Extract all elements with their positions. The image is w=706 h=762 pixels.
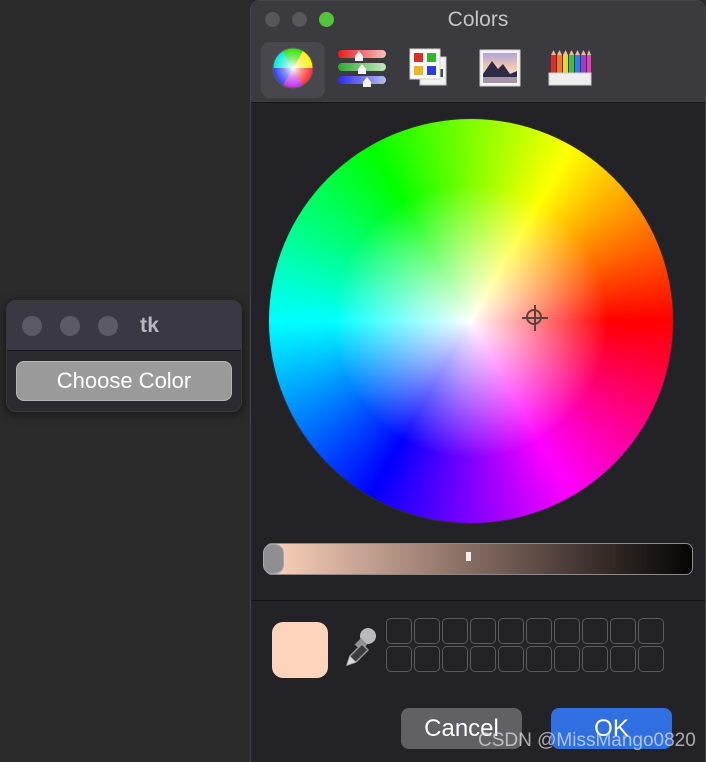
pencils-icon xyxy=(546,47,592,94)
swatch-slot[interactable] xyxy=(414,646,440,672)
swatch-slot[interactable] xyxy=(442,618,468,644)
wheel-picker-crosshair[interactable] xyxy=(522,305,548,331)
crosshair-vertical-line xyxy=(534,305,536,331)
tk-zoom-dot[interactable] xyxy=(98,315,118,336)
cancel-button[interactable]: Cancel xyxy=(401,708,522,749)
color-palettes-icon xyxy=(408,47,454,94)
swatch-slot[interactable] xyxy=(414,618,440,644)
saved-swatch-grid xyxy=(386,618,664,672)
colors-close-dot[interactable] xyxy=(265,12,280,27)
swatch-slot[interactable] xyxy=(498,646,524,672)
crosshair-ring xyxy=(526,309,542,325)
swatch-slot[interactable] xyxy=(386,618,412,644)
swatch-slot[interactable] xyxy=(610,618,636,644)
brightness-slider-tick xyxy=(466,552,471,561)
swatch-slot[interactable] xyxy=(638,618,664,644)
swatch-slot[interactable] xyxy=(470,618,496,644)
tk-minimize-dot[interactable] xyxy=(60,315,80,336)
swatch-slot[interactable] xyxy=(526,646,552,672)
brightness-slider-track[interactable] xyxy=(265,543,693,575)
tab-color-sliders[interactable] xyxy=(330,42,394,98)
choose-color-button[interactable]: Choose Color xyxy=(16,361,232,401)
tk-window-title: tk xyxy=(140,313,160,337)
color-wheel-canvas[interactable] xyxy=(269,119,673,523)
swatch-slot[interactable] xyxy=(554,646,580,672)
tk-window-body: Choose Color xyxy=(7,351,241,411)
colors-toolbar xyxy=(251,38,705,103)
swatch-slot[interactable] xyxy=(582,618,608,644)
swatch-slot[interactable] xyxy=(610,646,636,672)
colors-window: Colors Cancel OK xyxy=(250,0,706,762)
screen: tk Choose Color Colors Cancel OK CSDN @M… xyxy=(0,0,706,762)
tab-color-wheel[interactable] xyxy=(261,42,325,98)
swatch-slot[interactable] xyxy=(554,618,580,644)
color-wheel-icon xyxy=(271,46,315,95)
swatch-slot[interactable] xyxy=(498,618,524,644)
tab-image-palettes[interactable] xyxy=(468,42,532,98)
current-color-swatch[interactable] xyxy=(272,622,328,678)
swatch-slot[interactable] xyxy=(526,618,552,644)
colors-titlebar: Colors xyxy=(251,1,705,38)
swatch-slot[interactable] xyxy=(386,646,412,672)
color-wheel-area xyxy=(251,103,705,600)
swatch-slot[interactable] xyxy=(442,646,468,672)
tab-color-palettes[interactable] xyxy=(399,42,463,98)
swatch-slot[interactable] xyxy=(582,646,608,672)
tk-titlebar: tk xyxy=(7,301,241,351)
bottom-panel: Cancel OK xyxy=(251,600,705,762)
eyedropper-icon[interactable] xyxy=(343,627,377,671)
colors-minimize-dot[interactable] xyxy=(292,12,307,27)
ok-button[interactable]: OK xyxy=(551,708,672,749)
crosshair-horizontal-line xyxy=(522,317,548,319)
swatch-slot[interactable] xyxy=(470,646,496,672)
brightness-slider[interactable] xyxy=(263,543,693,575)
tab-pencils[interactable] xyxy=(537,42,601,98)
brightness-slider-handle[interactable] xyxy=(263,544,284,574)
tk-close-dot[interactable] xyxy=(22,315,42,336)
colors-zoom-dot[interactable] xyxy=(319,12,334,27)
rgb-sliders-icon xyxy=(337,47,387,94)
image-palette-icon xyxy=(477,47,523,94)
tk-window: tk Choose Color xyxy=(6,300,242,412)
swatch-slot[interactable] xyxy=(638,646,664,672)
